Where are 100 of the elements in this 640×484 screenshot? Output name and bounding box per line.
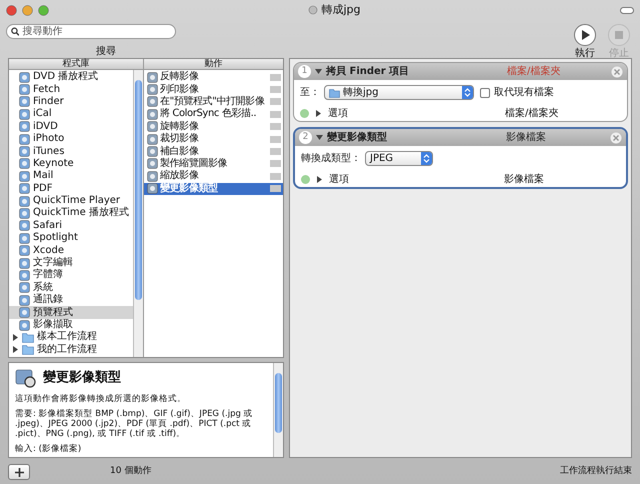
field-label: 轉換成類型： (301, 152, 361, 166)
action-item[interactable]: 變更影像類型 (144, 182, 283, 195)
column-header[interactable]: 動作 (144, 59, 283, 70)
window-control-icon[interactable] (38, 4, 49, 16)
stop-icon (615, 31, 623, 39)
disclosure-icon[interactable] (315, 110, 322, 116)
field-label: 至： (300, 86, 320, 100)
app-icon (19, 121, 30, 132)
relevance-bar (270, 172, 281, 180)
app-icon (19, 96, 30, 108)
app-icon (147, 134, 158, 145)
options-toggle[interactable]: 選項 (328, 106, 348, 120)
app-icon (19, 307, 30, 318)
action-card[interactable]: 2 變更影像類型 影像檔案 轉換成類型： JPEG 選項 影像檔案 (293, 127, 628, 189)
search-label: 搜尋 (96, 44, 116, 59)
relevance-bar (270, 185, 281, 192)
app-icon (19, 220, 30, 232)
disclosure-triangle-icon[interactable] (316, 134, 323, 141)
library-item[interactable]: Xcode (9, 244, 133, 257)
app-icon (147, 158, 158, 170)
disclosure-triangle-icon[interactable] (315, 68, 322, 75)
description-text: 輸入: (影像檔案) (15, 444, 82, 454)
popup-arrows-icon (421, 152, 432, 165)
library-item[interactable]: 字體簿 (9, 269, 133, 282)
status-text: 工作流程執行結束 (560, 465, 632, 478)
popup-menu[interactable]: JPEG (365, 151, 433, 166)
library-item[interactable]: PDF (9, 182, 133, 195)
folder-item[interactable]: 我的工作流程 (9, 344, 133, 356)
action-item[interactable]: 補白影像 (144, 145, 283, 158)
action-item[interactable]: 在"預覽程式"中打開影像 (144, 96, 283, 108)
action-card[interactable]: 1 拷貝 Finder 項目 檔案/檔案夾 至： 轉換jpg 取代現有檔案 選項 檔案/檔案夾 (293, 62, 628, 122)
relevance-bar (270, 74, 281, 81)
library-item[interactable]: QuickTime 播放程式 (9, 207, 133, 220)
toolbar-button[interactable] (620, 6, 634, 14)
input-type: 檔案/檔案夾 (507, 64, 562, 79)
disclosure-icon[interactable] (316, 176, 323, 182)
description-text: 這項動作會將影像轉換成所選的影像格式。 (15, 394, 187, 404)
folder-icon (22, 332, 34, 343)
scrollbar[interactable] (273, 363, 283, 457)
action-item[interactable]: 縮放影像 (144, 170, 283, 183)
popup-arrows-icon (462, 86, 473, 99)
library-item[interactable]: iPhoto (9, 132, 133, 146)
library-item[interactable]: Mail (9, 170, 133, 183)
app-icon (19, 146, 30, 158)
relevance-bar (270, 110, 281, 118)
library-item[interactable]: QuickTime Player (9, 194, 133, 208)
library-item[interactable]: 通訊錄 (9, 294, 133, 306)
app-icon (19, 282, 30, 294)
window-title: 轉成jpg (321, 2, 361, 18)
action-item[interactable]: 列印影像 (144, 83, 283, 96)
options-toggle[interactable]: 選項 (329, 172, 349, 186)
action-title: 變更影像類型 (327, 130, 387, 145)
play-icon (580, 30, 590, 40)
description-text: 需要: 影像檔案類型 BMP (.bmp)、GIF (.gif)、JPEG (.jpg 或 .jpeg)、JPEG 2000 (.jp2)、PDF (單頁 .pdf)、PICT (.pct 或 .pict)、PNG (.png), 或 TIFF (.tif 或 .tiff)。 (15, 409, 254, 439)
relevance-bar (270, 160, 281, 168)
window-control-icon[interactable] (22, 4, 33, 16)
library-item[interactable]: Keynote (9, 158, 133, 170)
close-icon[interactable] (611, 66, 623, 78)
library-item[interactable]: 文字編輯 (9, 256, 133, 270)
folder-icon (22, 344, 34, 356)
library-item[interactable]: iCal (9, 108, 133, 121)
close-icon[interactable] (610, 132, 622, 144)
step-number: 1 (298, 65, 311, 78)
app-icon (19, 258, 30, 269)
app-icon (147, 72, 158, 83)
app-icon (147, 170, 158, 182)
app-icon (19, 183, 30, 194)
column-header[interactable]: 程式庫 (9, 59, 143, 70)
app-icon (19, 196, 30, 207)
checkbox-label: 取代現有檔案 (494, 86, 554, 100)
library-item[interactable]: iDVD (9, 120, 133, 133)
checkbox[interactable] (480, 88, 490, 98)
library-item[interactable]: iTunes (9, 145, 133, 158)
library-item[interactable]: 影像擷取 (9, 318, 133, 332)
library-item[interactable]: Finder (9, 96, 133, 108)
library-item[interactable]: 系統 (9, 282, 133, 294)
folder-icon (329, 88, 340, 98)
app-icon (19, 84, 30, 96)
action-item[interactable]: 製作縮覽圖影像 (144, 158, 283, 170)
popup-value: 轉換jpg (343, 86, 380, 100)
library-item[interactable]: Spotlight (9, 232, 133, 244)
action-item[interactable]: 將 ColorSync 色彩描.. (144, 108, 283, 121)
library-item[interactable]: Fetch (9, 83, 133, 96)
relevance-bar (270, 98, 281, 106)
library-item[interactable]: DVD 播放程式 (9, 71, 133, 84)
relevance-bar (270, 136, 281, 143)
plus-icon (14, 468, 24, 476)
window-control-icon[interactable] (6, 4, 17, 16)
add-button[interactable] (8, 464, 30, 480)
action-item[interactable]: 裁切影像 (144, 132, 283, 146)
folder-item[interactable]: 樣本工作流程 (9, 331, 133, 344)
output-type: 影像檔案 (504, 172, 545, 186)
library-item[interactable]: Safari (9, 220, 133, 232)
action-item[interactable]: 反轉影像 (144, 71, 283, 84)
description-title: 變更影像類型 (43, 369, 121, 388)
action-item[interactable]: 旋轉影像 (144, 120, 283, 133)
scrollbar[interactable] (133, 70, 143, 357)
library-item[interactable]: 預覽程式 (9, 306, 133, 319)
popup-menu[interactable]: 轉換jpg (324, 85, 474, 100)
app-icon (147, 96, 158, 108)
